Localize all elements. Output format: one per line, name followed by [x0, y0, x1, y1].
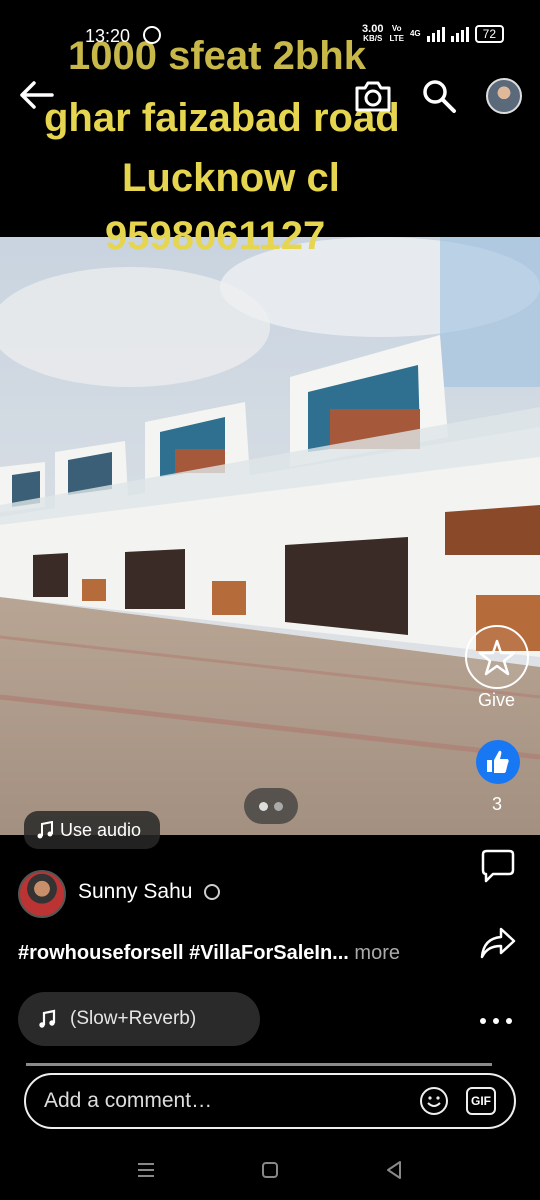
use-audio-button[interactable]: Use audio: [24, 811, 160, 849]
music-note-icon: [37, 821, 53, 839]
profile-avatar[interactable]: [486, 78, 522, 114]
author-name[interactable]: Sunny Sahu: [78, 880, 192, 904]
search-icon[interactable]: [421, 78, 457, 114]
network-type: 4G: [409, 29, 421, 38]
globe-icon: [204, 884, 220, 900]
home-icon[interactable]: [258, 1158, 282, 1182]
music-note-icon: [39, 1009, 56, 1028]
title-line-3: Lucknow cl: [122, 156, 340, 200]
audio-track-name: (Slow+Reverb): [70, 1008, 197, 1029]
thumbs-up-icon: [487, 750, 509, 773]
status-bar: 13:20 3.00 KB/S Vo LTE 4G 72: [0, 0, 540, 60]
top-toolbar: [0, 70, 540, 130]
give-label: Give: [478, 690, 516, 710]
post-photo[interactable]: [0, 237, 540, 835]
battery-indicator: 72: [474, 25, 504, 43]
audio-track-pill[interactable]: (Slow+Reverb): [18, 992, 260, 1046]
title-line-4: 9598061127: [105, 214, 326, 258]
use-audio-label: Use audio: [60, 819, 142, 840]
gif-icon[interactable]: GIF: [466, 1087, 496, 1115]
volte-indicator: Vo LTE: [389, 24, 404, 43]
pager-dot-active: [259, 801, 268, 811]
comment-input-box[interactable]: GIF: [24, 1073, 516, 1129]
share-icon[interactable]: [479, 925, 517, 961]
recent-apps-icon[interactable]: [134, 1158, 158, 1182]
system-nav-bar: [0, 1140, 540, 1200]
camera-icon[interactable]: [353, 78, 393, 114]
whatsapp-icon: [143, 26, 161, 44]
status-right: 3.00 KB/S Vo LTE 4G 72: [362, 24, 504, 44]
emoji-icon[interactable]: [420, 1087, 448, 1115]
comment-icon[interactable]: [479, 848, 517, 884]
back-nav-icon[interactable]: [382, 1158, 406, 1182]
image-pager[interactable]: [244, 788, 298, 824]
give-button[interactable]: [465, 625, 529, 689]
pager-dot: [274, 801, 283, 811]
back-arrow-icon[interactable]: [18, 80, 54, 110]
like-count: 3: [492, 794, 503, 814]
caption-more-link[interactable]: more: [354, 942, 400, 964]
like-button[interactable]: [476, 740, 520, 784]
net-speed: 3.00 KB/S: [362, 23, 384, 44]
author-avatar[interactable]: [18, 870, 66, 918]
signal-icon-2: [450, 26, 469, 42]
video-progress-bar[interactable]: [26, 1063, 492, 1066]
star-icon: [478, 639, 516, 676]
more-options-button[interactable]: [480, 1012, 516, 1030]
comment-input[interactable]: [44, 1089, 420, 1113]
signal-icon: [426, 26, 445, 42]
post-caption[interactable]: #rowhouseforsell #VillaForSaleIn... more: [18, 942, 400, 965]
caption-text: #rowhouseforsell #VillaForSaleIn...: [18, 942, 349, 964]
clock: 13:20: [85, 26, 131, 46]
